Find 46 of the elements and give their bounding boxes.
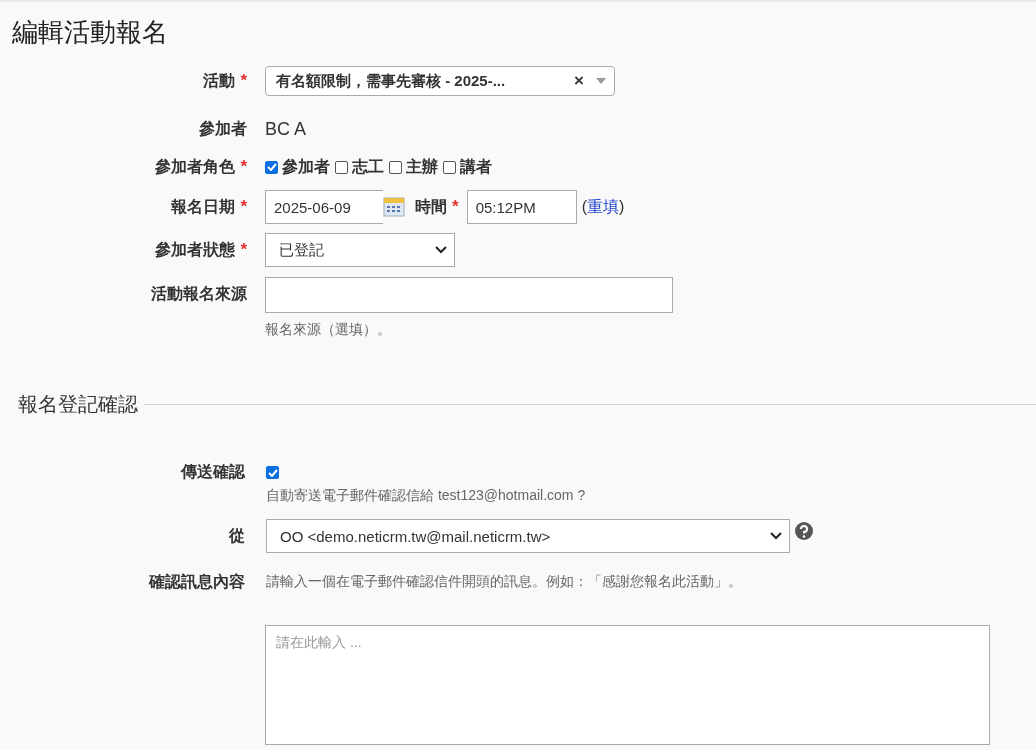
message-field[interactable]: 請在此輸入 ...	[265, 625, 990, 745]
checkbox-label: 志工	[352, 156, 384, 177]
field-label: 確認訊息內容	[149, 571, 245, 592]
checkbox-label: 主辦	[406, 156, 438, 177]
required-asterisk: *	[452, 197, 459, 217]
chevron-down-icon	[769, 531, 783, 541]
help-text: 報名來源（選填）。	[265, 320, 391, 339]
required-asterisk: *	[240, 197, 247, 217]
clear-button[interactable]: ×	[574, 71, 584, 91]
help-text: 自動寄送電子郵件確認信給 test123@hotmail.com ?	[266, 486, 586, 505]
checkmark-icon	[266, 163, 277, 171]
reset-link[interactable]: 重填	[586, 197, 619, 215]
field-label: 時間	[415, 196, 447, 217]
date-field[interactable]: 2025-06-09	[265, 190, 383, 224]
checkbox-label: 參加者	[282, 156, 330, 177]
checkbox[interactable]	[443, 160, 456, 174]
field-label: 參加者角色	[155, 156, 236, 177]
checkbox[interactable]	[335, 160, 348, 174]
checkbox[interactable]	[265, 160, 278, 174]
participant-name: BC A	[265, 118, 307, 141]
checkbox[interactable]	[266, 466, 279, 479]
page-title: 編輯活動報名	[12, 16, 169, 49]
checkbox-label: 講者	[460, 156, 492, 177]
required-asterisk: *	[240, 71, 247, 91]
field-label: 活動	[203, 70, 236, 91]
field-label: 傳送確認	[181, 461, 245, 482]
required-asterisk: *	[240, 240, 247, 260]
field-label: 報名日期	[171, 196, 236, 217]
time-field[interactable]: 05:12PM	[466, 190, 577, 224]
select-field[interactable]: OO <demo.neticrm.tw@mail.neticrm.tw>	[266, 519, 790, 553]
calendar-icon	[383, 197, 405, 217]
required-asterisk: *	[240, 157, 247, 177]
checkmark-icon	[267, 468, 278, 477]
field-label: 參加者	[199, 118, 247, 139]
field-label: 參加者狀態	[155, 239, 236, 260]
select-field[interactable]: 已登記	[265, 233, 455, 267]
checkbox[interactable]	[389, 160, 402, 174]
chevron-down-icon	[434, 245, 448, 255]
section-title: 報名登記確認	[18, 392, 138, 417]
field-label: 從	[229, 525, 245, 546]
event-dropdown[interactable]: 有名額限制，需事先審核 - 2025-... ×	[265, 66, 615, 96]
description-text: 請輸入一個在電子郵件確認信件開頭的訊息。例如：「感謝您報名此活動」。	[266, 572, 742, 591]
field-label: 活動報名來源	[151, 283, 247, 304]
reset-note: (重填)	[581, 196, 625, 217]
text-field[interactable]	[265, 277, 673, 313]
dropdown-arrow-icon	[596, 78, 606, 84]
